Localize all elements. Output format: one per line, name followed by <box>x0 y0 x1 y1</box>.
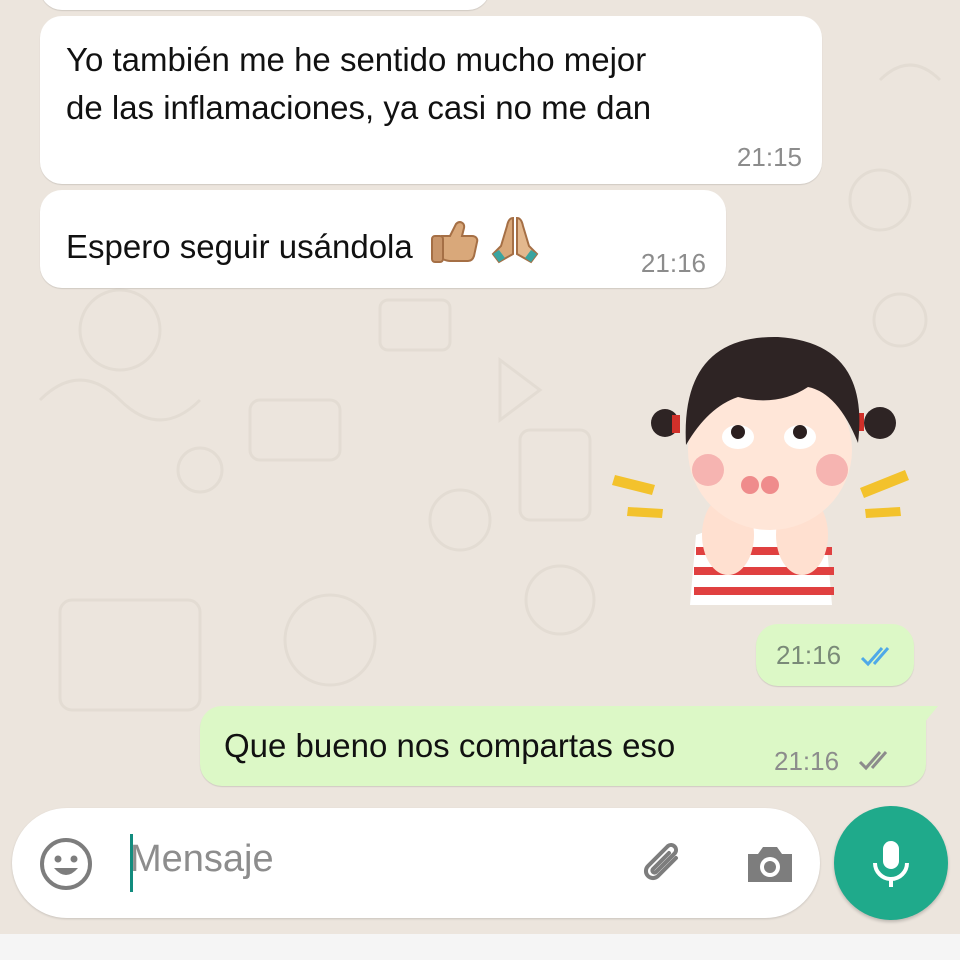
message-time: 21:16 <box>776 640 842 670</box>
message-input[interactable]: Mensaje <box>130 838 274 881</box>
message-line: Yo también me he sentido mucho mejor <box>66 41 647 78</box>
message-text: Espero seguir usándola <box>66 214 541 271</box>
mic-button[interactable] <box>834 806 948 920</box>
bottom-bar <box>0 934 960 960</box>
message-text-content: Que bueno nos compartas eso <box>224 727 676 764</box>
message-bubble-previous[interactable] <box>40 0 490 10</box>
message-time: 21:16 <box>774 746 840 776</box>
message-bubble-outgoing[interactable]: Que bueno nos compartas eso 21:16 <box>200 706 926 786</box>
message-bubble-incoming[interactable]: Espero seguir usándola 21:16 <box>40 190 726 288</box>
girl-puffed-cheeks-sticker[interactable] <box>610 335 910 615</box>
message-time: 21:16 <box>640 248 706 278</box>
message-line: de las inflamaciones, ya casi no me dan <box>66 89 652 126</box>
message-time: 21:15 <box>736 142 802 172</box>
message-bubble-incoming[interactable]: Yo también me he sentido mucho mejor de … <box>40 16 822 184</box>
message-text: Yo también me he sentido mucho mejor de … <box>66 36 651 132</box>
emoji-icon[interactable] <box>38 836 94 892</box>
folded-hands-icon <box>491 216 539 264</box>
attach-icon[interactable] <box>636 836 692 892</box>
message-text-content: Espero seguir usándola <box>66 228 413 265</box>
camera-icon[interactable] <box>742 836 798 892</box>
bubble-tail <box>920 706 938 728</box>
thumbs-up-icon <box>430 221 479 263</box>
sticker-time-pill: 21:16 <box>756 624 914 686</box>
message-composer: Mensaje <box>12 808 820 918</box>
read-ticks-icon <box>860 647 890 667</box>
mic-icon <box>873 841 909 887</box>
delivered-ticks-icon <box>858 751 888 771</box>
